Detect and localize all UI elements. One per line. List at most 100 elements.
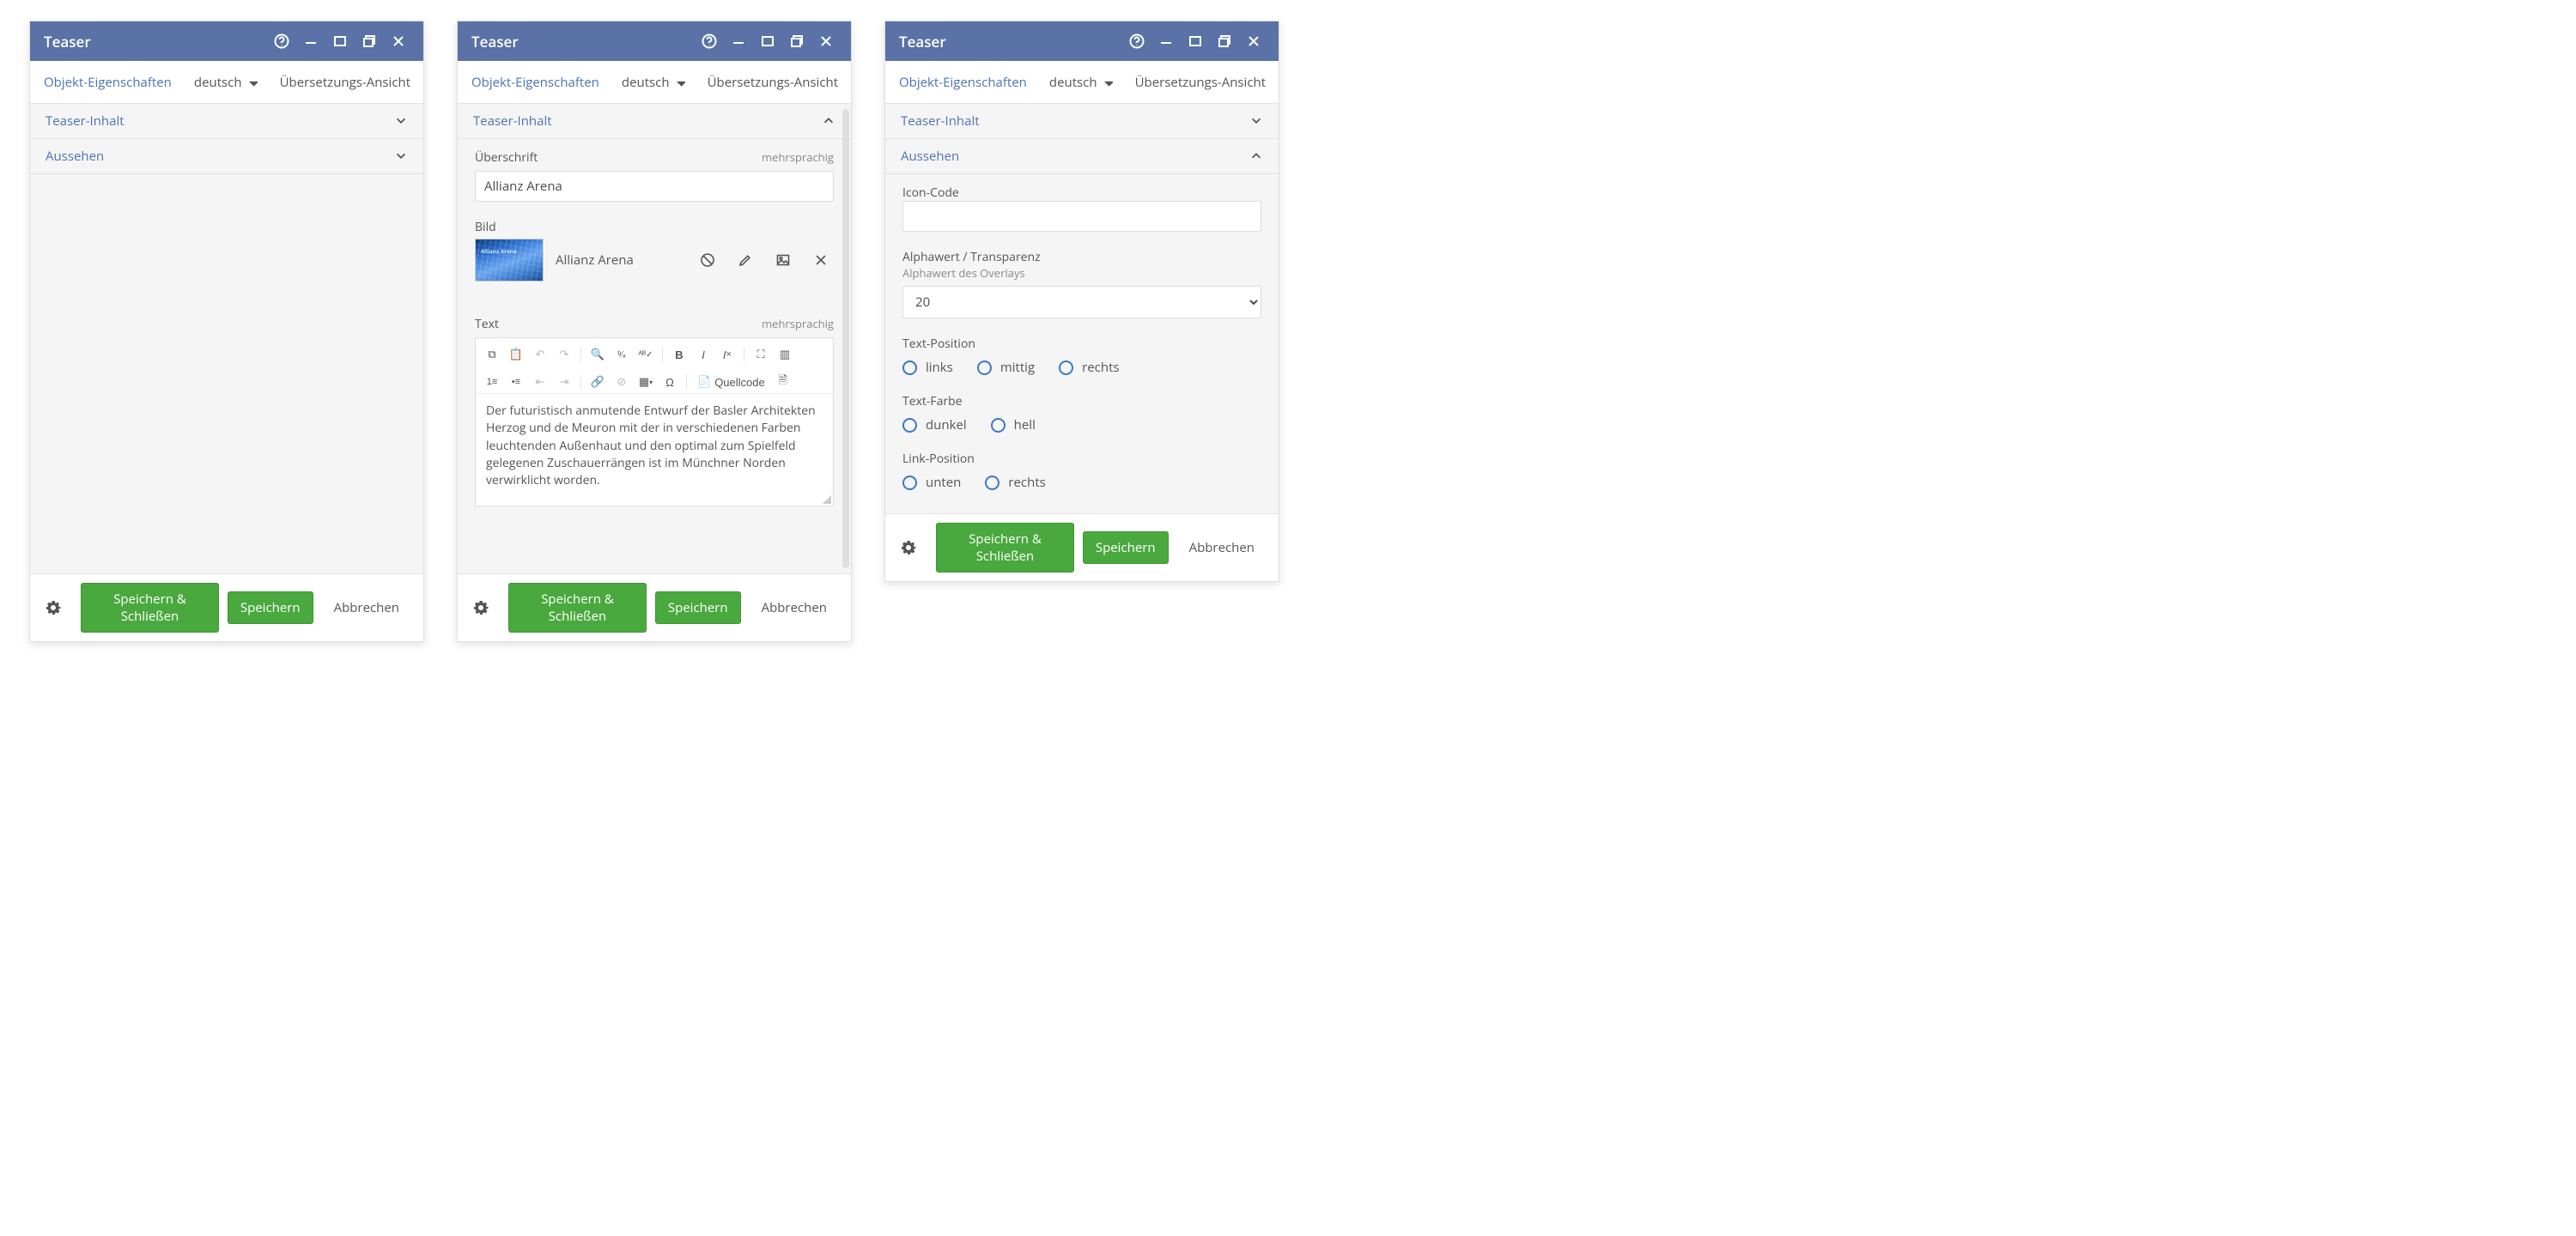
radio-text-color-dark[interactable]: dunkel bbox=[902, 416, 967, 433]
maximize-button[interactable] bbox=[325, 21, 355, 61]
toolbar-link-icon[interactable]: 🔗 bbox=[586, 371, 609, 393]
close-button[interactable] bbox=[811, 21, 841, 61]
alpha-select[interactable]: 20 bbox=[902, 286, 1261, 318]
save-close-button[interactable]: Speichern & Schließen bbox=[936, 523, 1074, 573]
chevron-down-icon bbox=[1249, 114, 1263, 128]
dialog-body: Teaser-Inhalt Aussehen bbox=[30, 104, 423, 573]
restore-button[interactable] bbox=[355, 21, 384, 61]
scrollbar[interactable] bbox=[842, 109, 849, 568]
radio-text-pos-left[interactable]: links bbox=[902, 359, 953, 376]
toolbar-clearformat-icon[interactable]: I× bbox=[716, 343, 738, 366]
toolbar-ol-icon[interactable]: 1≡ bbox=[481, 371, 503, 393]
settings-button[interactable] bbox=[897, 535, 919, 560]
radio-icon bbox=[1059, 360, 1073, 375]
toolbar-bold-icon[interactable]: B bbox=[668, 343, 690, 366]
help-button[interactable] bbox=[267, 21, 296, 61]
section-teaser-content[interactable]: Teaser-Inhalt bbox=[30, 104, 423, 139]
restore-button[interactable] bbox=[1210, 21, 1239, 61]
toolbar-paste-icon[interactable]: 📋 bbox=[505, 343, 527, 366]
image-select-button[interactable] bbox=[770, 247, 796, 273]
toolbar-blocks-icon[interactable]: ▥ bbox=[774, 343, 796, 366]
section-content-body: Überschrift mehrsprachig Bild Allianz Ar… bbox=[458, 139, 851, 527]
radio-link-pos-right[interactable]: rechts bbox=[985, 474, 1045, 491]
tab-translation-view[interactable]: Übersetzungs-Ansicht bbox=[708, 74, 838, 91]
save-close-button[interactable]: Speichern & Schließen bbox=[508, 583, 647, 633]
restore-button[interactable] bbox=[782, 21, 811, 61]
editor-textarea[interactable]: Der futuristisch anmutende Entwurf der B… bbox=[476, 394, 833, 506]
headline-input[interactable] bbox=[475, 171, 834, 202]
help-button[interactable] bbox=[695, 21, 724, 61]
image-edit-button[interactable] bbox=[732, 247, 758, 273]
section-teaser-content[interactable]: Teaser-Inhalt bbox=[458, 104, 851, 139]
toolbar-table-icon[interactable]: ▦▾ bbox=[635, 371, 657, 393]
dialog-body: Teaser-Inhalt Aussehen Icon-Code Alphawe… bbox=[885, 104, 1279, 513]
toolbar-ul-icon[interactable]: •≡ bbox=[505, 371, 527, 393]
radio-text-pos-right[interactable]: rechts bbox=[1059, 359, 1119, 376]
settings-button[interactable] bbox=[470, 595, 491, 621]
toolbar-source-button[interactable]: 📄 Quellcode bbox=[692, 371, 770, 393]
caret-down-icon bbox=[1103, 77, 1113, 88]
cancel-button[interactable]: Abbrechen bbox=[1177, 532, 1267, 563]
resize-handle-icon[interactable] bbox=[823, 495, 831, 504]
tab-object-properties[interactable]: Objekt-Eigenschaften bbox=[471, 74, 599, 91]
radio-label: links bbox=[926, 359, 953, 376]
toolbar-fullscreen-icon[interactable]: ⛶ bbox=[750, 343, 772, 366]
caret-down-icon bbox=[247, 77, 258, 88]
toolbar-find-icon[interactable]: 🔍 bbox=[586, 343, 609, 366]
titlebar: Teaser bbox=[30, 21, 423, 61]
save-close-button[interactable]: Speichern & Schließen bbox=[81, 583, 219, 633]
icon-code-input[interactable] bbox=[902, 201, 1261, 232]
tab-translation-view[interactable]: Übersetzungs-Ansicht bbox=[1135, 74, 1266, 91]
dialog-content-expanded: Teaser Objekt-Eigenschaften deutsch Über… bbox=[457, 21, 852, 642]
maximize-button[interactable] bbox=[1181, 21, 1210, 61]
image-disable-button[interactable] bbox=[695, 247, 720, 273]
cancel-button[interactable]: Abbrechen bbox=[750, 592, 839, 623]
cancel-button[interactable]: Abbrechen bbox=[322, 592, 411, 623]
radio-label: dunkel bbox=[926, 416, 967, 433]
close-button[interactable] bbox=[384, 21, 413, 61]
radio-label: rechts bbox=[1082, 359, 1119, 376]
save-button[interactable]: Speichern bbox=[228, 591, 313, 624]
section-teaser-content[interactable]: Teaser-Inhalt bbox=[885, 104, 1279, 139]
radio-text-color-light[interactable]: hell bbox=[991, 416, 1036, 433]
source-label: Quellcode bbox=[714, 376, 765, 389]
language-select[interactable]: deutsch bbox=[194, 74, 258, 91]
section-appearance[interactable]: Aussehen bbox=[30, 139, 423, 174]
tab-row: Objekt-Eigenschaften deutsch Übersetzung… bbox=[885, 61, 1279, 104]
toolbar-spellcheck-icon[interactable]: ᴬᴮ✓ bbox=[635, 343, 657, 366]
image-remove-button[interactable] bbox=[808, 247, 834, 273]
chevron-up-icon bbox=[822, 114, 835, 128]
toolbar-indent-icon[interactable]: ⇥ bbox=[553, 371, 575, 393]
tab-object-properties[interactable]: Objekt-Eigenschaften bbox=[899, 74, 1027, 91]
language-select[interactable]: deutsch bbox=[622, 74, 685, 91]
section-appearance[interactable]: Aussehen bbox=[885, 139, 1279, 174]
toolbar-italic-icon[interactable]: I bbox=[692, 343, 714, 366]
radio-link-pos-bottom[interactable]: unten bbox=[902, 474, 961, 491]
radio-label: hell bbox=[1014, 416, 1036, 433]
tab-translation-view[interactable]: Übersetzungs-Ansicht bbox=[280, 74, 410, 91]
image-thumbnail[interactable] bbox=[475, 239, 544, 282]
language-select[interactable]: deutsch bbox=[1049, 74, 1113, 91]
toolbar-outdent-icon[interactable]: ⇤ bbox=[529, 371, 551, 393]
maximize-button[interactable] bbox=[753, 21, 782, 61]
window-title: Teaser bbox=[899, 32, 1122, 52]
toolbar-redo-icon[interactable]: ↷ bbox=[553, 343, 575, 366]
save-button[interactable]: Speichern bbox=[655, 591, 741, 624]
settings-button[interactable] bbox=[42, 595, 64, 621]
close-button[interactable] bbox=[1239, 21, 1268, 61]
help-button[interactable] bbox=[1122, 21, 1151, 61]
minimize-button[interactable] bbox=[724, 21, 753, 61]
radio-text-pos-mid[interactable]: mittig bbox=[977, 359, 1035, 376]
toolbar-copy-icon[interactable]: ⧉ bbox=[481, 343, 503, 366]
tab-object-properties[interactable]: Objekt-Eigenschaften bbox=[44, 74, 172, 91]
minimize-button[interactable] bbox=[296, 21, 325, 61]
toolbar-template-icon[interactable]: 🗎 bbox=[772, 371, 794, 393]
save-button[interactable]: Speichern bbox=[1083, 531, 1169, 564]
multilang-tag: mehrsprachig bbox=[762, 149, 834, 165]
toolbar-specialchar-icon[interactable]: Ω bbox=[659, 371, 681, 393]
minimize-button[interactable] bbox=[1151, 21, 1181, 61]
text-color-label: Text-Farbe bbox=[902, 393, 1261, 409]
toolbar-undo-icon[interactable]: ↶ bbox=[529, 343, 551, 366]
toolbar-replace-icon[interactable]: ᵇ⁄ₐ bbox=[611, 343, 633, 366]
toolbar-unlink-icon[interactable]: ⊘ bbox=[611, 371, 633, 393]
